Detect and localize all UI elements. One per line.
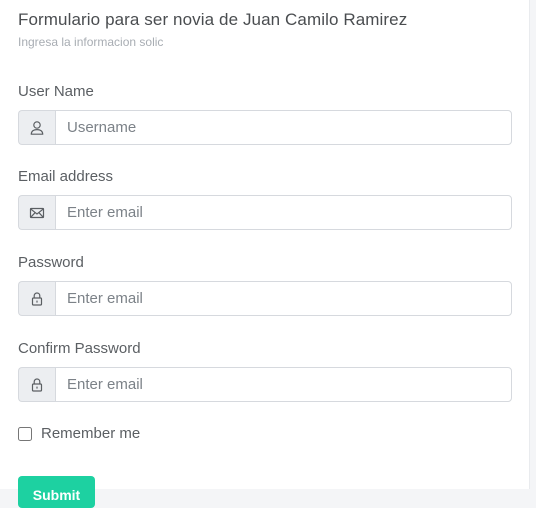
password-label: Password [18, 254, 84, 271]
email-input-group [18, 195, 512, 230]
envelope-icon [18, 195, 55, 230]
confirm-password-label: Confirm Password [18, 340, 141, 357]
submit-button[interactable]: Submit [18, 476, 95, 508]
remember-me-label: Remember me [41, 425, 141, 442]
form-title: Formulario para ser novia de Juan Camilo… [18, 10, 408, 29]
email-label: Email address [18, 168, 114, 185]
email-input[interactable] [55, 195, 512, 230]
password-input-group [18, 281, 512, 316]
lock-icon [18, 367, 55, 402]
user-icon [18, 110, 55, 145]
registration-form-card: Formulario para ser novia de Juan Camilo… [0, 0, 530, 508]
remember-me-row[interactable]: Remember me [18, 425, 140, 442]
lock-icon [18, 281, 55, 316]
confirm-password-input[interactable] [55, 367, 512, 402]
username-input-group [18, 110, 512, 145]
username-label: User Name [18, 83, 94, 100]
confirm-password-input-group [18, 367, 512, 402]
username-input[interactable] [55, 110, 512, 145]
password-input[interactable] [55, 281, 512, 316]
form-subtitle: Ingresa la informacion solic [18, 35, 164, 49]
remember-me-checkbox[interactable] [18, 426, 32, 441]
